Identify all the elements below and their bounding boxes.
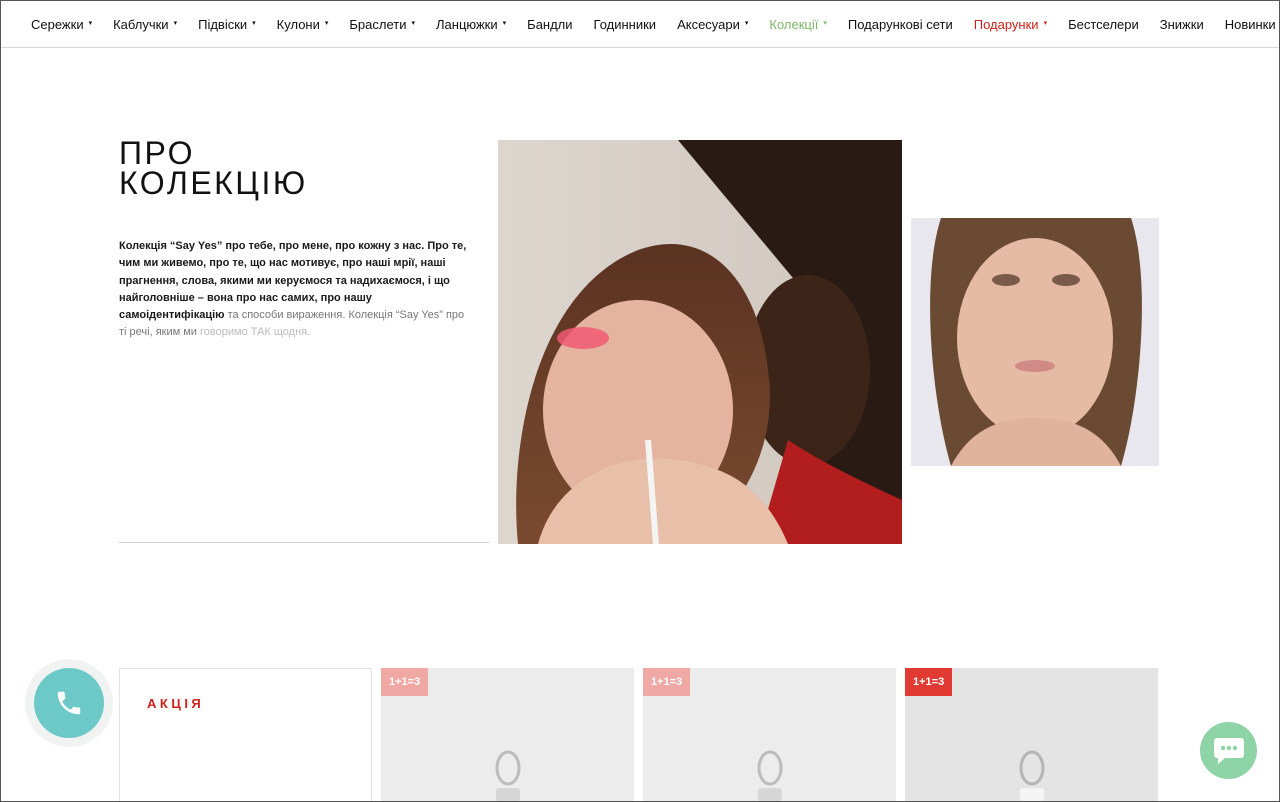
nav-item-4[interactable]: Браслети ▾	[349, 17, 415, 32]
phone-button-circle	[34, 668, 104, 738]
section-divider	[119, 542, 489, 543]
nav-item-12[interactable]: Бестселери	[1068, 17, 1139, 32]
nav-menu: Сережки ▾ Каблучки ▾ Підвіски ▾ Кулони ▾ Браслет…	[0, 0, 1280, 48]
nav-item-10[interactable]: Подарункові сети	[848, 17, 953, 32]
nav-item-6[interactable]: Бандли	[527, 17, 572, 32]
product-card[interactable]: 1+1=3	[643, 668, 896, 802]
nav-item-label: Годинники	[593, 16, 657, 32]
title-line-2: КОЛЕКЦІЮ	[119, 165, 308, 201]
nav-item-label: Кулони	[276, 16, 320, 32]
nav-item-label: Браслети	[349, 16, 407, 32]
nav-item-label: Сережки	[31, 16, 84, 32]
promo-grid: АКЦІЯ 1+1=3 1+1=3 1+1=3	[119, 668, 1159, 802]
nav-item-5[interactable]: Ланцюжки ▾	[436, 17, 506, 32]
nav-item-7[interactable]: Годинники	[594, 17, 657, 32]
nav-item-0[interactable]: Сережки ▾	[31, 17, 92, 32]
about-collection-title: ПРО КОЛЕКЦІЮ	[119, 135, 308, 201]
nav-item-label: Подарункові сети	[847, 16, 953, 32]
chevron-down-icon: ▾	[502, 20, 507, 27]
promo-label: АКЦІЯ	[147, 696, 205, 711]
nav-item-label: Колекції	[769, 16, 819, 32]
pendant-icon	[1019, 750, 1044, 802]
nav-item-3[interactable]: Кулони ▾	[277, 17, 329, 32]
pendant-icon	[757, 750, 782, 802]
chat-icon	[1213, 737, 1244, 764]
pendant-icon	[495, 750, 520, 802]
nav-item-13[interactable]: Знижки	[1160, 17, 1204, 32]
nav-item-label: Каблучки	[113, 16, 169, 32]
product-card[interactable]: 1+1=3	[381, 668, 634, 802]
chevron-down-icon: ▾	[823, 20, 827, 27]
nav-item-14[interactable]: Новинки	[1225, 17, 1276, 32]
nav-item-label: Подарунки	[973, 16, 1039, 32]
nav-item-label: Новинки	[1224, 16, 1276, 32]
nav-item-11[interactable]: Подарунки ▾	[974, 17, 1047, 32]
chevron-down-icon: ▾	[1043, 20, 1048, 27]
about-collection-text: Колекція “Say Yes” про тебе, про мене, п…	[119, 238, 471, 342]
nav-item-label: Знижки	[1159, 16, 1204, 32]
promo-banner-card[interactable]: АКЦІЯ	[119, 668, 372, 802]
nav-item-label: Аксесуари	[677, 16, 740, 32]
collection-photo-two-models	[498, 140, 902, 544]
phone-icon	[57, 691, 81, 715]
chevron-down-icon: ▾	[173, 20, 178, 27]
nav-item-8[interactable]: Аксесуари ▾	[677, 17, 748, 32]
promo-badge: 1+1=3	[643, 668, 691, 696]
nav-item-label: Бандли	[527, 16, 573, 32]
title-line-1: ПРО	[119, 135, 196, 171]
chevron-down-icon: ▾	[252, 20, 256, 27]
promo-badge: 1+1=3	[381, 668, 429, 696]
photo-portrait-illustration	[911, 218, 1159, 466]
chevron-down-icon: ▾	[411, 20, 415, 27]
promo-badge: 1+1=3	[905, 668, 953, 696]
phone-callback-button[interactable]	[25, 659, 113, 747]
chevron-down-icon: ▾	[88, 20, 93, 27]
nav-item-label: Підвіски	[198, 16, 248, 32]
photo-two-models-illustration	[498, 140, 902, 544]
nav-item-label: Ланцюжки	[436, 16, 498, 32]
top-navigation: Сережки ▾ Каблучки ▾ Підвіски ▾ Кулони ▾ Браслет…	[0, 0, 1280, 48]
about-text-fade-end: говоримо ТАК щодня.	[196, 326, 311, 339]
chat-button[interactable]	[1200, 722, 1257, 779]
nav-item-2[interactable]: Підвіски ▾	[198, 17, 256, 32]
chevron-down-icon: ▾	[324, 20, 329, 27]
nav-item-1[interactable]: Каблучки ▾	[113, 17, 177, 32]
collection-photo-portrait	[911, 218, 1159, 466]
nav-item-label: Бестселери	[1068, 16, 1139, 32]
chevron-down-icon: ▾	[744, 20, 749, 27]
product-card[interactable]: 1+1=3	[905, 668, 1158, 802]
nav-item-9[interactable]: Колекції ▾	[769, 17, 826, 32]
